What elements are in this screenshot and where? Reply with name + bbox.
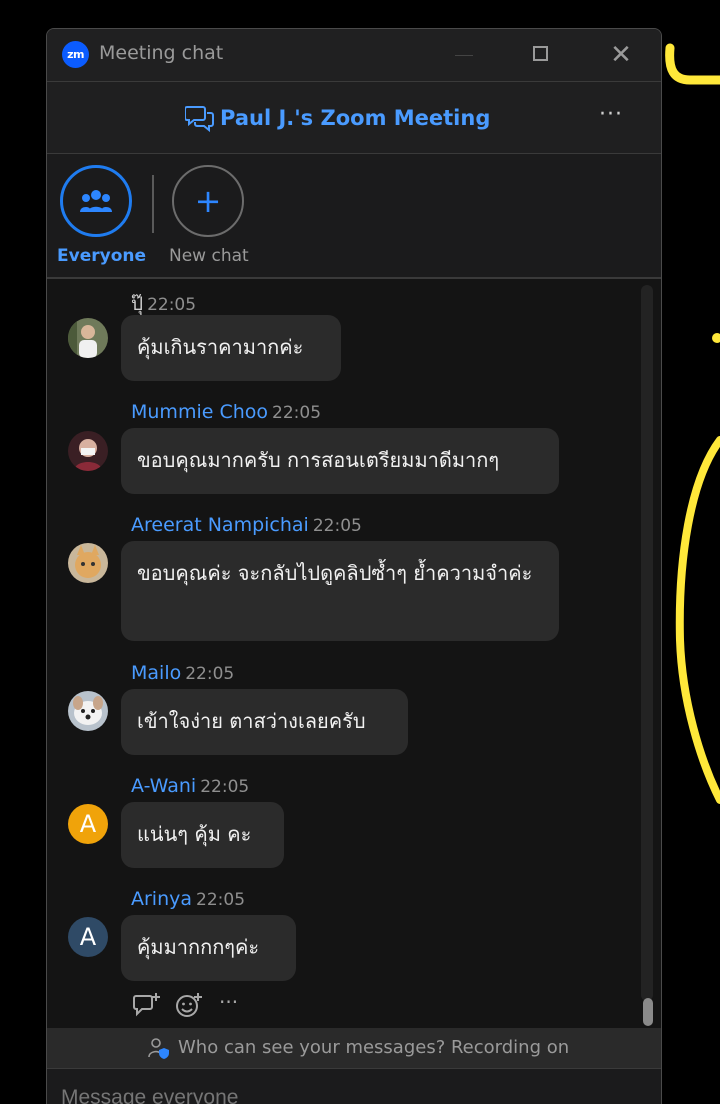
avatar[interactable]: [68, 431, 108, 471]
message-sender: Mummie Choo 22:05: [131, 401, 322, 423]
message-composer: [47, 1068, 661, 1104]
new-chat-button[interactable]: +: [172, 165, 244, 237]
tab-everyone-label: Everyone: [57, 246, 147, 266]
zoom-logo: zm: [62, 41, 89, 68]
avatar[interactable]: [68, 691, 108, 731]
scrollbar-thumb[interactable]: [643, 998, 653, 1026]
tab-divider: [152, 175, 154, 233]
more-actions-button[interactable]: ···: [219, 990, 238, 1014]
new-chat-label: New chat: [169, 246, 249, 266]
meeting-header: Paul J.'s Zoom Meeting ···: [47, 82, 661, 154]
meeting-chat-window: zm Meeting chat ✕ Paul J.'s Zoom Meeting…: [46, 28, 662, 1104]
avatar[interactable]: A: [68, 917, 108, 957]
annotation-drawing: [665, 43, 720, 804]
avatar[interactable]: [68, 543, 108, 583]
message-bubble[interactable]: เข้าใจง่าย ตาสว่างเลยครับ: [121, 689, 408, 755]
meeting-title: Paul J.'s Zoom Meeting: [220, 106, 491, 130]
avatar[interactable]: A: [68, 804, 108, 844]
avatar[interactable]: [68, 318, 108, 358]
people-group-icon: [80, 190, 112, 212]
maximize-button[interactable]: [523, 39, 559, 71]
minimize-button[interactable]: [447, 39, 483, 71]
tab-everyone[interactable]: [60, 165, 132, 237]
scrollbar-track[interactable]: [641, 285, 653, 1001]
window-title: Meeting chat: [99, 42, 224, 64]
message-input[interactable]: [61, 1086, 621, 1104]
plus-icon: +: [194, 182, 222, 220]
message-bubble[interactable]: ขอบคุณมากครับ การสอนเตรียมมาดีมากๆ: [121, 428, 559, 494]
reply-icon[interactable]: [133, 992, 161, 1018]
message-bubble[interactable]: คุ้มเกินราคามากค่ะ: [121, 315, 341, 381]
message-sender: Areerat Nampichai 22:05: [131, 514, 362, 536]
message-bubble[interactable]: คุ้มมากกกๆค่ะ: [121, 915, 296, 981]
message-bubble[interactable]: แน่นๆ คุ้ม คะ: [121, 802, 284, 868]
chat-recipient-tabs: + Everyone New chat: [47, 154, 661, 279]
chat-message-list[interactable]: ปุ๊ 22:05 คุ้มเกินราคามากค่ะ Mummie Choo 2…: [47, 279, 661, 1028]
title-bar: zm Meeting chat ✕: [47, 29, 661, 82]
visibility-notice-text: Who can see your messages? Recording on: [178, 1037, 570, 1058]
message-sender: A-Wani 22:05: [131, 775, 250, 797]
close-button[interactable]: ✕: [603, 39, 639, 71]
message-sender: Arinya 22:05: [131, 888, 246, 910]
person-shield-icon: [148, 1038, 169, 1059]
chat-bubbles-icon: [185, 106, 214, 133]
message-sender: Mailo 22:05: [131, 662, 235, 684]
add-emoji-icon[interactable]: [175, 992, 203, 1018]
message-bubble[interactable]: ขอบคุณค่ะ จะกลับไปดูคลิปซ้ำๆ ย้ำความจำค่…: [121, 541, 559, 641]
visibility-notice[interactable]: Who can see your messages? Recording on: [47, 1028, 661, 1068]
more-options-button[interactable]: ···: [599, 102, 623, 127]
